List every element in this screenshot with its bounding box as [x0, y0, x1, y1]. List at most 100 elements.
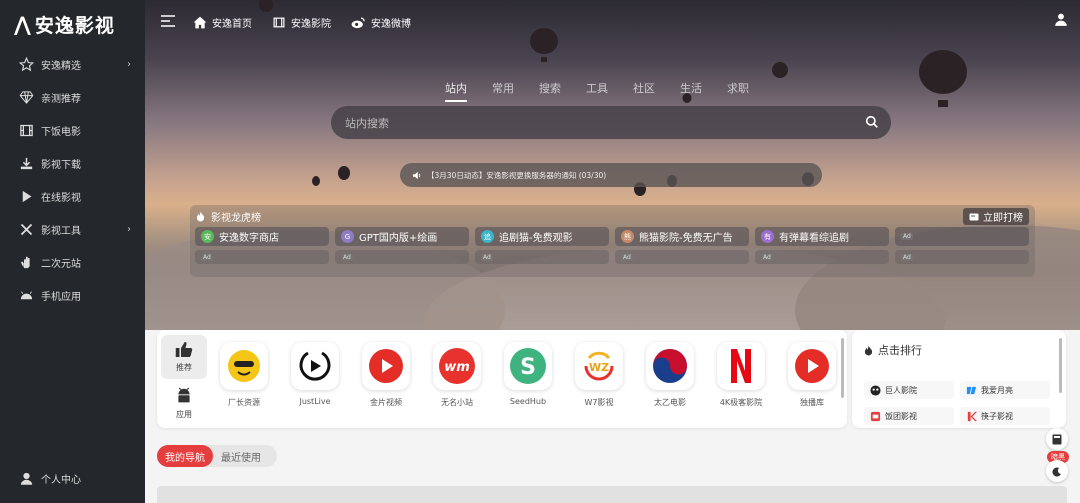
- sidebar-item-label: 影视工具: [41, 226, 81, 237]
- ranking-item-ad[interactable]: Ad: [475, 250, 609, 264]
- thumbs-up-icon: [175, 341, 193, 358]
- sidebar-item-online[interactable]: 在线影视: [0, 180, 145, 213]
- hot-item[interactable]: 巨人影院: [864, 381, 954, 399]
- nav-home[interactable]: 安逸首页: [193, 15, 252, 30]
- app-item[interactable]: 4K极客影院: [711, 342, 771, 408]
- ranking-item-ad[interactable]: Ad: [615, 250, 749, 264]
- balloon-decoration: [312, 176, 320, 186]
- play-icon: [788, 342, 836, 390]
- tab-search[interactable]: 搜索: [539, 80, 561, 102]
- sidebar-item-mobile-apps[interactable]: 手机应用: [0, 279, 145, 312]
- tab-site[interactable]: 站内: [445, 80, 467, 102]
- fire-icon: [864, 345, 873, 356]
- nav-content-area: [157, 486, 1067, 503]
- tab-recommended[interactable]: 推荐: [161, 335, 207, 379]
- top-nav: 安逸首页 安逸影院 安逸微博: [145, 0, 431, 44]
- balloon-decoration: [338, 166, 350, 180]
- ad-label: Ad: [901, 253, 913, 261]
- logo[interactable]: ⋀ 安逸影视: [0, 0, 145, 48]
- sidebar-item-recommend[interactable]: 亲测推荐: [0, 81, 145, 114]
- sidebar-item-user-center[interactable]: 个人中心: [0, 462, 145, 495]
- notice-bar[interactable]: 【3月30日动态】安逸影视更换服务器的通知 (03/30): [400, 163, 822, 187]
- ranking-title: 影视龙虎榜: [211, 212, 261, 224]
- hot-item[interactable]: 筷子影视: [960, 407, 1050, 425]
- sidebar-item-label: 手机应用: [41, 292, 81, 303]
- sidebar-item-download[interactable]: 影视下载: [0, 147, 145, 180]
- ranking-item[interactable]: 熊熊猫影院-免费无广告: [615, 227, 749, 246]
- ranking-item-ad[interactable]: Ad: [895, 250, 1029, 264]
- ranking-item-label: GPT国内版+绘画: [359, 233, 438, 244]
- ranking-item-ad[interactable]: Ad: [335, 250, 469, 264]
- sidebar-item-tools[interactable]: 影视工具 ›: [0, 213, 145, 246]
- dark-mode-button[interactable]: [1046, 460, 1068, 482]
- tab-my-nav[interactable]: 我的导航: [157, 445, 213, 467]
- rank-now-button[interactable]: 立即打榜: [963, 208, 1029, 225]
- hot-item[interactable]: 我爱月亮: [960, 381, 1050, 399]
- ranking-item[interactable]: 追追剧猫-免费观影: [475, 227, 609, 246]
- app-item[interactable]: 太乙电影: [640, 342, 700, 408]
- tab-common[interactable]: 常用: [492, 80, 514, 102]
- nav-movies[interactable]: 安逸影院: [272, 15, 331, 30]
- ranking-item[interactable]: G GPT国内版+绘画: [335, 227, 469, 246]
- nav-weibo[interactable]: 安逸微博: [351, 15, 411, 30]
- card-icon: [969, 213, 979, 221]
- ad-label: Ad: [201, 253, 213, 261]
- hot-item[interactable]: 饭团影视: [864, 407, 954, 425]
- user-icon[interactable]: [1054, 12, 1068, 31]
- hot-item-label: 巨人影院: [885, 385, 917, 395]
- search-input[interactable]: 站内搜索: [331, 106, 891, 139]
- moon-icon: [1052, 462, 1062, 481]
- app-item[interactable]: WZ W7影视: [569, 342, 629, 408]
- app-label: 金片视频: [370, 398, 402, 407]
- sidebar-item-featured[interactable]: 安逸精选 ›: [0, 48, 145, 81]
- tab-recent[interactable]: 最近使用: [213, 445, 269, 467]
- tab-community[interactable]: 社区: [633, 80, 655, 102]
- app-panel: 推荐 应用 厂长资源 JustLive 金片视频 wm 无名小站 S SeedH…: [157, 330, 847, 428]
- hot-item-label: 我爱月亮: [981, 385, 1013, 395]
- sidebar-item-label: 二次元站: [41, 259, 81, 270]
- diamond-icon: [18, 90, 34, 106]
- taiji-icon: [646, 342, 694, 390]
- scrollbar[interactable]: [841, 338, 844, 398]
- ranking-item-label: 安逸数字商店: [219, 233, 279, 244]
- scrollbar[interactable]: [1059, 338, 1062, 393]
- home-icon: [193, 16, 207, 29]
- android-icon: [176, 387, 192, 405]
- hot-title: 点击排行: [878, 344, 922, 357]
- app-item[interactable]: S SeedHub: [498, 342, 558, 406]
- sidebar-item-label: 安逸精选: [41, 61, 81, 72]
- ranking-item-ad[interactable]: Ad: [895, 227, 1029, 246]
- hand-icon: [18, 255, 34, 271]
- sidebar-item-movies[interactable]: 下饭电影: [0, 114, 145, 147]
- app-label: 独播库: [800, 398, 824, 407]
- tab-apps[interactable]: 应用: [161, 381, 207, 425]
- app-label: 4K极客影院: [719, 398, 763, 407]
- ranking-item-icon: 有: [761, 230, 774, 243]
- ad-label: Ad: [621, 253, 633, 261]
- play-icon: [291, 342, 339, 390]
- app-item[interactable]: 独播库: [782, 342, 842, 408]
- ranking-item-ad[interactable]: Ad: [195, 250, 329, 264]
- tab-tools[interactable]: 工具: [586, 80, 608, 102]
- search-tabs: 站内 常用 搜索 工具 社区 生活 求职: [445, 80, 774, 102]
- tools-icon: [18, 222, 34, 238]
- ranking-panel: 影视龙虎榜 立即打榜 安安逸数字商店 G GPT国内版+绘画 追追剧猫-免费观影 …: [190, 205, 1035, 277]
- ranking-item-icon: 熊: [621, 230, 634, 243]
- nav-home-label: 安逸首页: [212, 18, 252, 30]
- cartoon-icon: [220, 342, 268, 390]
- ranking-item[interactable]: 安安逸数字商店: [195, 227, 329, 246]
- app-item[interactable]: 金片视频: [356, 342, 416, 408]
- ranking-item[interactable]: 有有弹幕看综追剧: [755, 227, 889, 246]
- tab-jobs[interactable]: 求职: [727, 80, 749, 102]
- menu-toggle[interactable]: [161, 14, 175, 30]
- calculator-button[interactable]: [1046, 428, 1068, 450]
- menu-icon: [161, 14, 175, 30]
- app-item[interactable]: JustLive: [285, 342, 345, 406]
- search-icon[interactable]: [865, 115, 879, 132]
- sidebar-item-anime[interactable]: 二次元站: [0, 246, 145, 279]
- tab-label: 应用: [176, 409, 192, 419]
- app-item[interactable]: wm 无名小站: [427, 342, 487, 408]
- ranking-item-ad[interactable]: Ad: [755, 250, 889, 264]
- tab-life[interactable]: 生活: [680, 80, 702, 102]
- app-item[interactable]: 厂长资源: [214, 342, 274, 408]
